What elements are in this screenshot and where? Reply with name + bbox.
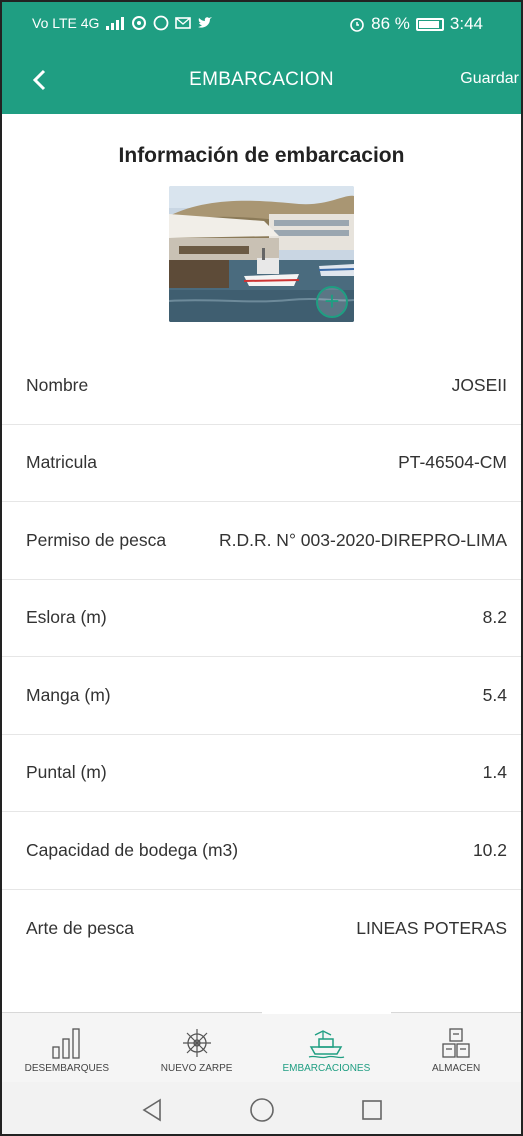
nav-label: NUEVO ZARPE: [160, 1063, 233, 1074]
whatsapp-icon: [154, 15, 169, 31]
signal-icon: [106, 17, 125, 30]
clock: 3:44: [449, 14, 483, 33]
field-label: Puntal (m): [26, 762, 107, 783]
bars-icon: [52, 1028, 80, 1059]
field-value: LINEAS POTERAS: [356, 917, 507, 938]
field-row-manga[interactable]: Manga (m) 5.4: [2, 657, 521, 735]
field-label: Manga (m): [26, 684, 111, 705]
system-recents-button[interactable]: [352, 1090, 392, 1130]
bottom-nav: DESEMBARQUES NUEVO ZARPE EMBARCACIONES A…: [2, 1012, 521, 1082]
nav-item-embarcaciones[interactable]: EMBARCACIONES: [261, 1012, 392, 1082]
alarm-icon: [350, 18, 364, 32]
vessel-photo[interactable]: +: [169, 186, 354, 322]
field-row-nombre[interactable]: Nombre JOSEII: [2, 347, 521, 425]
nav-item-nuevo-zarpe[interactable]: NUEVO ZARPE: [132, 1013, 262, 1082]
main-content: Información de embarcacion + Nombre JOSE…: [2, 114, 521, 967]
status-bar: Vo LTE 4G 86 % 3:44: [2, 2, 521, 48]
system-nav-bar: [2, 1082, 521, 1134]
page-title: EMBARCACION: [189, 69, 334, 90]
boxes-icon: [442, 1028, 470, 1058]
field-label: Capacidad de bodega (m3): [26, 839, 239, 860]
field-value: R.D.R. N° 003-2020-DIREPRO-LIMA: [218, 529, 507, 550]
field-value: 8.2: [482, 607, 507, 628]
field-label: Permiso de pesca: [26, 529, 167, 550]
nav-label: ALMACEN: [431, 1063, 481, 1074]
nav-label: EMBARCACIONES: [282, 1063, 371, 1074]
nav-item-desembarques[interactable]: DESEMBARQUES: [2, 1013, 132, 1082]
field-row-puntal[interactable]: Puntal (m) 1.4: [2, 735, 521, 812]
nav-item-almacen[interactable]: ALMACEN: [391, 1013, 521, 1082]
field-label: Nombre: [26, 374, 89, 395]
hotspot-icon: [132, 16, 147, 30]
field-label: Eslora (m): [26, 607, 107, 628]
field-row-permiso[interactable]: Permiso de pesca R.D.R. N° 003-2020-DIRE…: [2, 502, 521, 580]
status-right: 86 % 3:44: [349, 14, 483, 34]
field-label: Arte de pesca: [26, 917, 134, 938]
add-photo-button[interactable]: +: [316, 286, 348, 318]
battery-percent: 86 %: [371, 14, 410, 33]
circle-home-icon: [249, 1098, 274, 1122]
battery-icon: [415, 17, 444, 31]
ship-wheel-icon: [182, 1029, 211, 1057]
field-value: JOSEII: [451, 374, 507, 395]
field-row-arte[interactable]: Arte de pesca LINEAS POTERAS: [2, 890, 521, 968]
system-back-button[interactable]: [132, 1090, 172, 1130]
status-left: Vo LTE 4G: [32, 15, 213, 31]
field-value: 1.4: [482, 762, 507, 783]
field-row-eslora[interactable]: Eslora (m) 8.2: [2, 580, 521, 657]
triangle-back-icon: [141, 1098, 161, 1122]
field-label: Matricula: [26, 452, 97, 473]
plus-circle-icon: +: [324, 286, 340, 316]
save-button[interactable]: Guardar: [460, 70, 519, 88]
vessel-fields: Nombre JOSEII Matricula PT-46504-CM Perm…: [2, 347, 521, 967]
field-row-matricula[interactable]: Matricula PT-46504-CM: [2, 425, 521, 502]
boat-icon: [309, 1030, 345, 1059]
system-home-button[interactable]: [242, 1090, 282, 1130]
nav-label: DESEMBARQUES: [24, 1063, 110, 1074]
field-value: 10.2: [472, 839, 507, 860]
twitter-icon: [198, 17, 213, 28]
square-recents-icon: [361, 1100, 382, 1120]
phone-screen: Vo LTE 4G 86 % 3:44 EMBARCACION Guardar …: [0, 0, 523, 1136]
field-value: PT-46504-CM: [398, 452, 507, 473]
field-value: 5.4: [482, 684, 507, 705]
section-title: Información de embarcacion: [118, 144, 405, 167]
network-label: Vo LTE 4G: [32, 15, 100, 31]
app-bar: EMBARCACION Guardar: [2, 48, 521, 114]
mail-icon: [175, 17, 192, 29]
field-row-capacidad[interactable]: Capacidad de bodega (m3) 10.2: [2, 812, 521, 890]
